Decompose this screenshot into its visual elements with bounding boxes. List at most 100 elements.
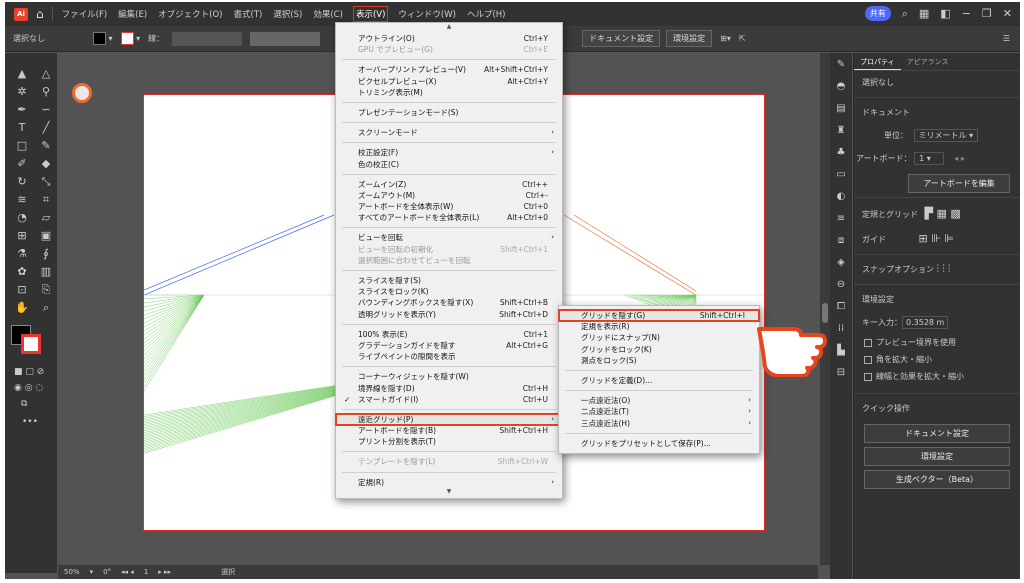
menu-4[interactable]: 選択(S) xyxy=(272,6,303,22)
guides-icons[interactable]: ⊞ ⊪ ⊫ xyxy=(919,232,954,245)
perspective-grid-icon[interactable]: ▱ xyxy=(38,211,54,225)
transparency-icon[interactable]: ≡ xyxy=(830,213,852,229)
menu-item[interactable]: 100% 表示(E) Ctrl+1 xyxy=(336,329,562,340)
artboards-icon[interactable]: ⧠ xyxy=(830,301,852,317)
share-button[interactable]: 共有 xyxy=(864,6,891,21)
menu-item[interactable]: コーナーウィジェットを隠す(W) xyxy=(336,371,562,382)
menu-item[interactable]: ライブペイントの隙間を表示 xyxy=(336,351,562,362)
color-mode-icons[interactable]: ■ ▢ ⊘ xyxy=(14,367,57,377)
menu-item[interactable]: グリッドをロック(K) xyxy=(559,344,759,355)
menu-1[interactable]: 編集(E) xyxy=(117,6,148,22)
column-graph-icon[interactable]: ▥ xyxy=(38,265,54,279)
close-icon[interactable]: ✕ xyxy=(1003,7,1012,20)
width-tool-icon[interactable]: ≋ xyxy=(14,193,30,207)
tab-appearance[interactable]: アピアランス xyxy=(901,53,955,70)
minimize-icon[interactable]: − xyxy=(962,7,971,20)
menu-item[interactable]: アートボードを全体表示(W) Ctrl+0 xyxy=(336,201,562,212)
menu-item[interactable]: 定規(R) › xyxy=(336,477,562,488)
fill-stroke-widget[interactable] xyxy=(11,325,57,359)
menu-item[interactable]: 二点遠近法(T) › xyxy=(559,406,759,417)
menu-item[interactable]: ズームアウト(M) Ctrl+- xyxy=(336,190,562,201)
menu-item[interactable]: アートボードを隠す(B) Shift+Ctrl+H xyxy=(336,425,562,436)
stroke-color[interactable] xyxy=(21,334,41,354)
menu-5[interactable]: 効果(C) xyxy=(312,6,344,22)
edit-artboard-button[interactable]: アートボードを編集 xyxy=(908,174,1010,193)
gradient-tool-icon[interactable]: ▣ xyxy=(38,229,54,243)
screen-mode-icon[interactable]: ⧉ xyxy=(21,399,57,409)
scale-tool-icon[interactable]: ⤡ xyxy=(38,175,54,189)
zoom-tool-icon[interactable]: ⌕ xyxy=(38,301,54,315)
perspective-widget-icon[interactable] xyxy=(72,83,92,103)
scale-corners-checkbox[interactable]: 角を拡大・縮小 xyxy=(854,351,1020,368)
menu-item[interactable]: グリッドをプリセットとして保存(P)... xyxy=(559,438,759,449)
workspace-icon[interactable]: ◧ xyxy=(940,7,950,20)
menu-item[interactable]: スライスを隠す(S) xyxy=(336,275,562,286)
paintbrush-icon[interactable]: ✎ xyxy=(38,139,54,153)
menu-item[interactable]: 三点遠近法(H) › xyxy=(559,418,759,429)
menu-scroll-down-icon[interactable]: ▼ xyxy=(336,488,562,498)
eraser-icon[interactable]: ◆ xyxy=(38,157,54,171)
menu-item[interactable]: スクリーンモード › xyxy=(336,127,562,138)
artboard-next-icon[interactable]: ▸ ▸▸ xyxy=(158,568,171,576)
artboard-nav-icon[interactable]: ◂◂ ◂ xyxy=(121,568,134,576)
more-tools-icon[interactable]: ••• xyxy=(22,417,57,427)
transform-panel-icon[interactable]: ⊟ xyxy=(830,367,852,383)
generative-vector-button[interactable]: 生成ベクター（Beta） xyxy=(864,470,1010,489)
menu-item[interactable]: アウトライン(O) Ctrl+Y xyxy=(336,33,562,44)
search-icon[interactable]: ⌕ xyxy=(902,7,908,21)
panel-menu-icon[interactable]: ☰ xyxy=(1003,34,1010,43)
lasso-icon[interactable]: ⚲ xyxy=(38,85,54,99)
links-icon[interactable]: ⊖ xyxy=(830,279,852,295)
artboard-tool-icon[interactable]: ⊡ xyxy=(14,283,30,297)
menu-item[interactable]: グリッドを隠す(G) Shift+Ctrl+I xyxy=(558,308,760,323)
menu-item[interactable]: 透明グリッドを表示(Y) Shift+Ctrl+D xyxy=(336,309,562,320)
menu-item[interactable]: 色の校正(C) xyxy=(336,159,562,170)
menu-item[interactable]: グリッドを定義(D)... xyxy=(559,375,759,386)
menu-item[interactable]: 境界線を隠す(D) Ctrl+H xyxy=(336,383,562,394)
menu-item[interactable]: ピクセルプレビュー(X) Alt+Ctrl+Y xyxy=(336,76,562,87)
swatches-icon[interactable]: ▤ xyxy=(830,103,852,119)
menu-item[interactable]: 測点をロック(S) xyxy=(559,355,759,366)
curvature-tool-icon[interactable]: ∽ xyxy=(38,103,54,117)
preview-bounds-checkbox[interactable]: プレビュー境界を使用 xyxy=(854,334,1020,351)
stroke-icon[interactable]: ▭ xyxy=(830,169,852,185)
menu-item[interactable]: トリミング表示(M) xyxy=(336,87,562,98)
menu-item[interactable]: 遠近グリッド(P) › xyxy=(335,412,563,427)
menu-item[interactable]: 校正設定(F) › xyxy=(336,147,562,158)
maximize-icon[interactable]: ❐ xyxy=(982,7,992,20)
free-transform-icon[interactable]: ⌗ xyxy=(38,193,54,207)
line-tool-icon[interactable]: ╱ xyxy=(38,121,54,135)
menu-item[interactable]: 一点遠近法(O) › xyxy=(559,395,759,406)
align-icon[interactable]: ⊞▾ xyxy=(720,34,731,43)
slice-tool-icon[interactable]: ⎘ xyxy=(38,283,54,297)
home-icon[interactable]: ⌂ xyxy=(36,7,44,21)
menu-2[interactable]: オブジェクト(O) xyxy=(157,6,223,22)
pathfinder-icon[interactable]: ▙ xyxy=(830,345,852,361)
guide-panel-icon[interactable]: ◓ xyxy=(830,81,852,97)
selection-tool-icon[interactable]: ▲ xyxy=(14,67,30,81)
stroke-weight-field[interactable] xyxy=(172,31,243,46)
menu-item[interactable]: プリント分割を表示(T) xyxy=(336,436,562,447)
stroke-swatch[interactable]: ▾ xyxy=(120,32,140,45)
menu-7[interactable]: ウィンドウ(W) xyxy=(397,6,457,22)
menu-3[interactable]: 書式(T) xyxy=(233,6,264,22)
hand-tool-icon[interactable]: ✋ xyxy=(14,301,30,315)
fill-swatch[interactable]: ▾ xyxy=(93,32,113,45)
align-panel-icon[interactable]: ⁞⁞ xyxy=(830,323,852,339)
arrange-docs-icon[interactable]: ▦ xyxy=(919,7,929,20)
magic-wand-icon[interactable]: ✲ xyxy=(14,85,30,99)
ruler-grid-icons[interactable]: ▛ ▦ ▩ xyxy=(925,207,961,220)
tab-properties[interactable]: プロパティ xyxy=(854,53,901,70)
menu-scroll-up-icon[interactable]: ▲ xyxy=(336,23,562,33)
rectangle-tool-icon[interactable]: □ xyxy=(14,139,30,153)
menu-item[interactable]: すべてのアートボードを全体表示(L) Alt+Ctrl+0 xyxy=(336,212,562,223)
color-panel-icon[interactable]: ✎ xyxy=(830,59,852,75)
layers-icon[interactable]: ◈ xyxy=(830,257,852,273)
menu-item[interactable]: ビューを回転 › xyxy=(336,232,562,243)
menu-item[interactable]: プレゼンテーションモード(S) xyxy=(336,107,562,118)
menu-item[interactable]: オーバープリントプレビュー(V) Alt+Shift+Ctrl+Y xyxy=(336,64,562,75)
pen-tool-icon[interactable]: ✒ xyxy=(14,103,30,117)
draw-mode-icons[interactable]: ◉ ◎ ◌ xyxy=(14,383,57,393)
artboard-number[interactable]: 1 xyxy=(144,568,148,576)
menu-6[interactable]: 表示(V) xyxy=(352,6,389,22)
